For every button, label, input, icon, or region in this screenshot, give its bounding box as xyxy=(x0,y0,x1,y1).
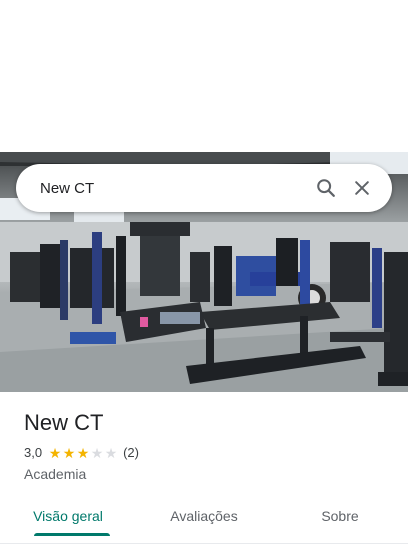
search-bar[interactable] xyxy=(16,164,392,212)
rating-stars: ★ ★ ★ ★ ★ xyxy=(48,446,118,460)
close-icon xyxy=(355,181,369,195)
search-button[interactable] xyxy=(308,170,344,206)
place-tabs: Visão geral Avaliações Sobre xyxy=(0,496,408,536)
rating-value: 3,0 xyxy=(24,445,43,460)
tab-reviews[interactable]: Avaliações xyxy=(136,496,272,536)
map-blank-area xyxy=(0,0,408,152)
place-title: New CT xyxy=(24,410,104,435)
star-filled-icon: ★ xyxy=(48,444,62,461)
star-filled-icon: ★ xyxy=(76,444,90,461)
place-category[interactable]: Academia xyxy=(24,466,86,482)
active-tab-indicator xyxy=(34,533,110,536)
place-details-panel: New CT 3,0 ★ ★ ★ ★ ★ (2) Academia Visão gera… xyxy=(0,392,408,544)
star-filled-icon: ★ xyxy=(62,444,76,461)
review-count[interactable]: (2) xyxy=(123,445,139,460)
search-icon xyxy=(317,179,335,197)
search-input[interactable] xyxy=(40,179,308,197)
tab-overview[interactable]: Visão geral xyxy=(0,496,136,536)
star-empty-icon: ★ xyxy=(90,444,104,461)
tab-about[interactable]: Sobre xyxy=(272,496,408,536)
star-empty-icon: ★ xyxy=(104,444,118,461)
clear-button[interactable] xyxy=(344,170,380,206)
rating-row[interactable]: 3,0 ★ ★ ★ ★ ★ (2) xyxy=(24,445,139,460)
